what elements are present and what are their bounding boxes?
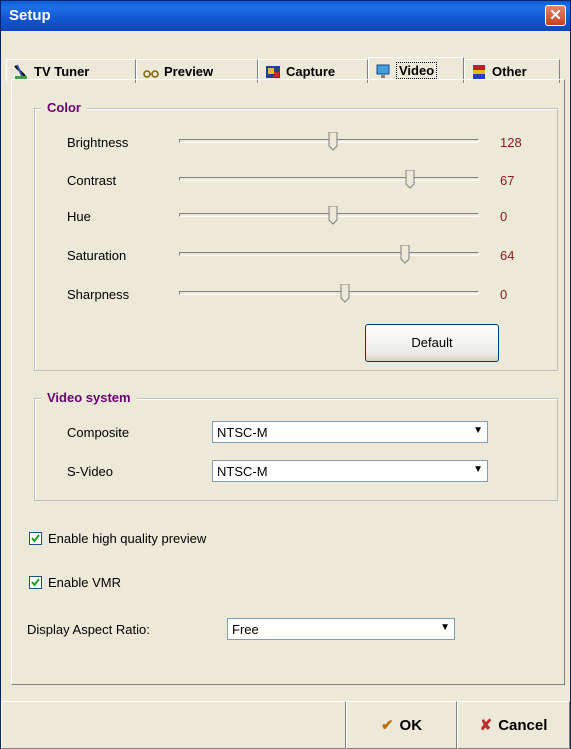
group-title: Color xyxy=(41,100,87,115)
slider-thumb[interactable] xyxy=(405,170,415,189)
ok-button[interactable]: ✔ OK xyxy=(346,701,457,749)
footer-spacer xyxy=(1,701,346,749)
other-icon xyxy=(473,64,485,79)
contrast-slider[interactable] xyxy=(179,177,479,181)
slider-thumb[interactable] xyxy=(340,284,350,303)
video-panel: Color Brightness 128 Contrast 67 Hue 0 S… xyxy=(11,79,565,685)
slider-value: 0 xyxy=(500,209,508,224)
vmr-label[interactable]: Enable VMR xyxy=(48,575,121,590)
slider-value: 128 xyxy=(500,135,522,150)
tab-label: Capture xyxy=(286,64,336,79)
composite-select[interactable]: NTSC-M ▼ xyxy=(212,421,488,443)
checkmark-icon xyxy=(31,534,40,543)
chevron-down-icon[interactable]: ▼ xyxy=(473,425,483,436)
saturation-slider[interactable] xyxy=(179,252,479,256)
tab-label: Preview xyxy=(164,64,214,79)
sharpness-slider[interactable] xyxy=(179,291,479,295)
title-bar[interactable]: Setup ✕ xyxy=(1,1,570,31)
checkmark-icon: ✔ xyxy=(380,717,394,734)
monitor-icon xyxy=(376,64,390,78)
cancel-label: Cancel xyxy=(498,716,548,734)
slider-label: Brightness xyxy=(67,135,129,150)
vmr-checkbox[interactable] xyxy=(29,576,42,589)
hq-preview-checkbox[interactable] xyxy=(29,532,42,545)
select-value: NTSC-M xyxy=(217,464,268,479)
tab-bar: TV Tuner Preview Capture Video Other xyxy=(6,33,566,83)
close-icon[interactable]: ✕ xyxy=(545,5,566,26)
chevron-down-icon[interactable]: ▼ xyxy=(440,622,450,633)
dialog-footer: ✔ OK ✘ Cancel xyxy=(1,701,570,749)
slider-label: Hue xyxy=(67,209,91,224)
hq-preview-label[interactable]: Enable high quality preview xyxy=(48,531,206,546)
slider-value: 67 xyxy=(500,173,515,188)
default-button[interactable]: Default xyxy=(365,324,499,362)
aspect-ratio-select[interactable]: Free ▼ xyxy=(227,618,455,640)
slider-thumb[interactable] xyxy=(400,245,410,264)
setup-window: Setup ✕ TV Tuner Preview Capture Video O… xyxy=(0,0,571,749)
svideo-label: S-Video xyxy=(67,464,114,479)
aspect-ratio-label: Display Aspect Ratio: xyxy=(27,622,150,637)
select-value: Free xyxy=(232,622,259,637)
group-title: Video system xyxy=(41,390,137,405)
composite-label: Composite xyxy=(67,425,130,440)
cancel-button[interactable]: ✘ Cancel xyxy=(457,701,570,749)
slider-value: 0 xyxy=(500,287,508,302)
video-system-group: Video system xyxy=(34,390,558,501)
tab-label: Other xyxy=(492,64,527,79)
ok-label: OK xyxy=(399,716,423,734)
x-icon: ✘ xyxy=(479,717,493,734)
slider-label: Saturation xyxy=(67,248,127,263)
slider-value: 64 xyxy=(500,248,515,263)
slider-thumb[interactable] xyxy=(328,206,338,225)
tab-label: Video xyxy=(396,62,438,79)
window-title: Setup xyxy=(9,7,51,24)
checkmark-icon xyxy=(31,578,40,587)
tab-label: TV Tuner xyxy=(34,64,90,79)
chevron-down-icon[interactable]: ▼ xyxy=(473,464,483,475)
slider-label: Contrast xyxy=(67,173,117,188)
slider-thumb[interactable] xyxy=(328,132,338,151)
svideo-select[interactable]: NTSC-M ▼ xyxy=(212,460,488,482)
select-value: NTSC-M xyxy=(217,425,268,440)
antenna-icon xyxy=(14,64,27,79)
glasses-icon xyxy=(143,69,159,78)
capture-icon xyxy=(266,65,280,78)
slider-label: Sharpness xyxy=(67,287,130,302)
